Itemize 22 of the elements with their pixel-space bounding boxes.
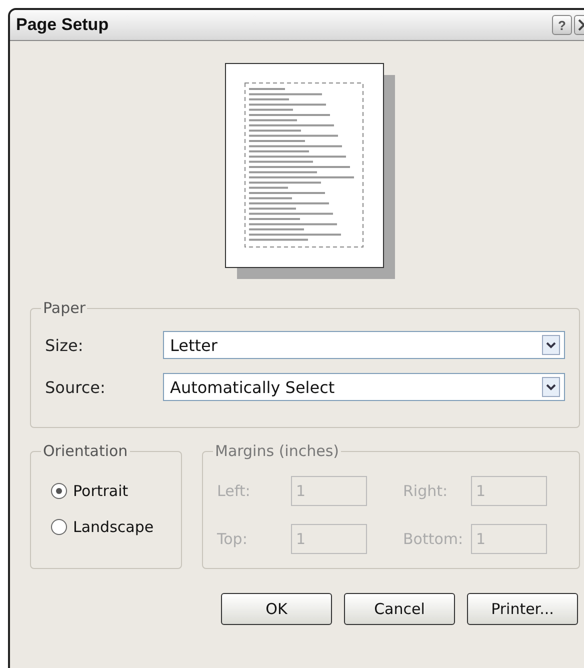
group-legend: Margins (inches) <box>213 442 341 460</box>
dialog-button[interactable]: OK <box>221 593 332 625</box>
radio-button[interactable] <box>51 519 67 535</box>
field-label: Left: <box>217 482 252 500</box>
field-label: Size: <box>45 336 84 354</box>
radio-button[interactable] <box>51 483 67 499</box>
field-label: Top: <box>217 530 248 548</box>
radio-option[interactable]: Portrait <box>51 482 167 500</box>
caret-icon <box>542 335 560 355</box>
group-legend: Orientation <box>41 442 130 460</box>
field-label: Right: <box>402 482 449 500</box>
dialog-button[interactable]: Printer... <box>467 593 578 625</box>
dropdown[interactable]: Automatically Select <box>163 373 565 401</box>
field-label: Bottom: <box>402 530 464 548</box>
field-label: Source: <box>45 378 106 396</box>
caret-icon <box>542 377 560 397</box>
dialog-button[interactable]: Cancel <box>344 593 455 625</box>
help-button[interactable]: ? <box>552 15 572 35</box>
window-title: Page Setup <box>16 15 110 35</box>
radio-option[interactable]: Landscape <box>51 518 167 536</box>
dropdown[interactable]: Letter <box>163 331 565 359</box>
group-legend: Paper <box>41 299 88 317</box>
